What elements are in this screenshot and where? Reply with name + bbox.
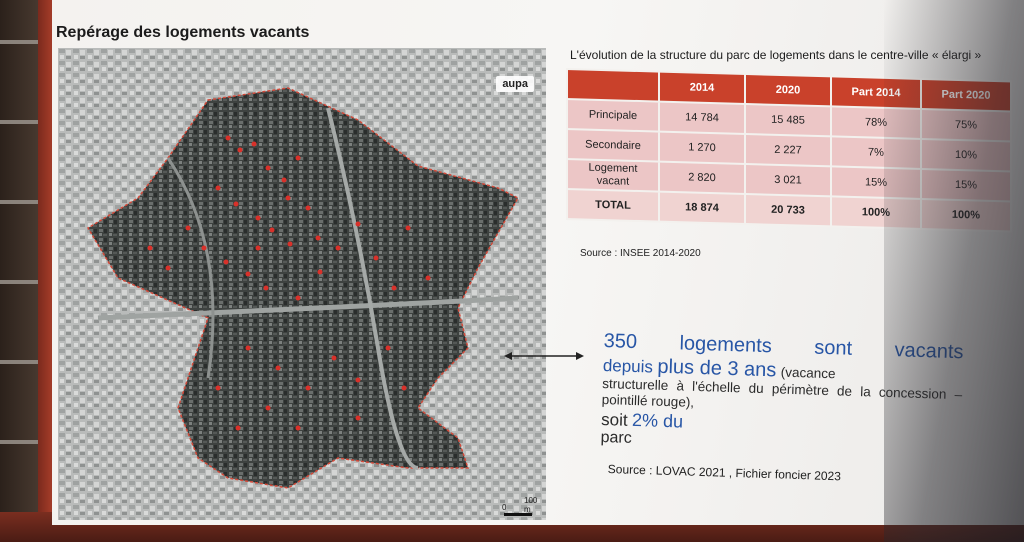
scale-label: 100 m	[524, 496, 538, 514]
table-header-cell	[567, 69, 659, 102]
table-cell: 100%	[831, 196, 921, 229]
row-label: TOTAL	[567, 189, 659, 222]
row-label: Secondaire	[567, 129, 659, 162]
table-cell: 75%	[921, 108, 1011, 142]
table-cell: 14 784	[659, 101, 745, 134]
table-cell: 15 485	[745, 103, 831, 137]
aupa-logo: aupa	[496, 76, 534, 92]
table-cell: 1 270	[659, 131, 745, 164]
map-image	[58, 48, 546, 520]
table-title: L'évolution de la structure du parc de l…	[570, 48, 982, 62]
housing-stats-table: 2014 2020 Part 2014 Part 2020 Principale…	[566, 68, 1012, 232]
double-arrow-icon	[504, 352, 584, 360]
table-cell: 15%	[831, 166, 921, 199]
scale-zero-label: 0	[502, 503, 507, 512]
table-header-cell: Part 2014	[831, 76, 921, 109]
table-cell: 10%	[921, 138, 1011, 172]
table-cell: 2 820	[659, 161, 745, 194]
table-source: Source : INSEE 2014-2020	[580, 248, 701, 259]
callout-percentage: 2% du	[631, 409, 684, 432]
table-header-cell: 2014	[659, 71, 745, 104]
map-title: Repérage des logements vacants	[56, 24, 310, 41]
table-cell: 18 874	[659, 191, 745, 224]
table-cell: 3 021	[745, 163, 831, 197]
callout-soit: soit	[600, 409, 628, 430]
callout-paren-start: (vacance	[780, 364, 836, 382]
table-header-cell: 2020	[745, 73, 831, 107]
table-cell: 100%	[921, 198, 1011, 232]
table-cell: 78%	[831, 106, 921, 139]
table-cell: 2 227	[745, 133, 831, 167]
table-header-cell: Part 2020	[921, 78, 1011, 112]
row-label: Principale	[567, 99, 659, 132]
row-label: Logement vacant	[567, 159, 659, 192]
vacancy-callout: 350 logements sont vacants depuis plus d…	[600, 330, 963, 457]
vacant-housing-map: aupa 0 100 m	[58, 48, 546, 520]
callout-depuis: depuis	[602, 355, 654, 377]
table-cell: 7%	[831, 136, 921, 169]
table-cell: 20 733	[745, 193, 831, 227]
table-cell: 15%	[921, 168, 1011, 202]
